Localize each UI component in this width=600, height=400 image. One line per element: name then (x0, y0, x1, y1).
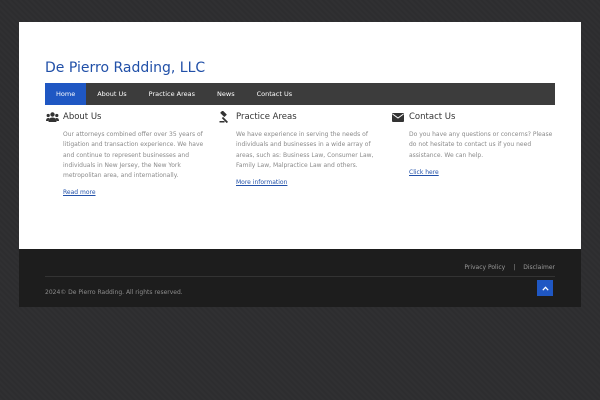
footer-links: Privacy Policy | Disclaimer (464, 264, 555, 271)
read-more-link[interactable]: Read more (63, 188, 96, 198)
gavel-icon (218, 111, 232, 123)
practice-areas-column: Practice Areas We have experience in ser… (218, 111, 378, 189)
nav-about-us[interactable]: About Us (86, 83, 137, 105)
copyright-text: 2024© De Pierro Radding. All rights rese… (45, 289, 183, 296)
main-nav: Home About Us Practice Areas News Contac… (45, 83, 555, 105)
about-us-text: Our attorneys combined offer over 35 yea… (63, 131, 204, 180)
more-information-link[interactable]: More information (236, 178, 287, 188)
about-us-title: About Us (63, 112, 102, 122)
envelope-icon (391, 111, 405, 123)
click-here-link[interactable]: Click here (409, 168, 439, 178)
site-title[interactable]: De Pierro Radding, LLC (45, 60, 205, 76)
contact-us-text: Do you have any questions or concerns? P… (409, 131, 553, 159)
users-icon (45, 111, 59, 123)
disclaimer-link[interactable]: Disclaimer (523, 264, 555, 271)
about-us-heading: About Us (45, 111, 205, 123)
practice-areas-text: We have experience in serving the needs … (236, 131, 374, 169)
footer: Privacy Policy | Disclaimer 2024© De Pie… (19, 249, 581, 307)
contact-us-title: Contact Us (409, 112, 456, 122)
footer-divider (45, 276, 555, 277)
footer-separator: | (513, 264, 516, 271)
back-to-top-button[interactable] (537, 280, 553, 296)
practice-areas-title: Practice Areas (236, 112, 297, 122)
privacy-policy-link[interactable]: Privacy Policy (464, 264, 505, 271)
practice-areas-heading: Practice Areas (218, 111, 378, 123)
nav-practice-areas[interactable]: Practice Areas (138, 83, 206, 105)
nav-contact-us[interactable]: Contact Us (246, 83, 304, 105)
nav-home[interactable]: Home (45, 83, 87, 105)
contact-us-column: Contact Us Do you have any questions or … (391, 111, 552, 179)
chevron-up-icon (541, 285, 549, 291)
contact-us-heading: Contact Us (391, 111, 551, 123)
about-us-column: About Us Our attorneys combined offer ov… (45, 111, 205, 199)
nav-news[interactable]: News (206, 83, 246, 105)
